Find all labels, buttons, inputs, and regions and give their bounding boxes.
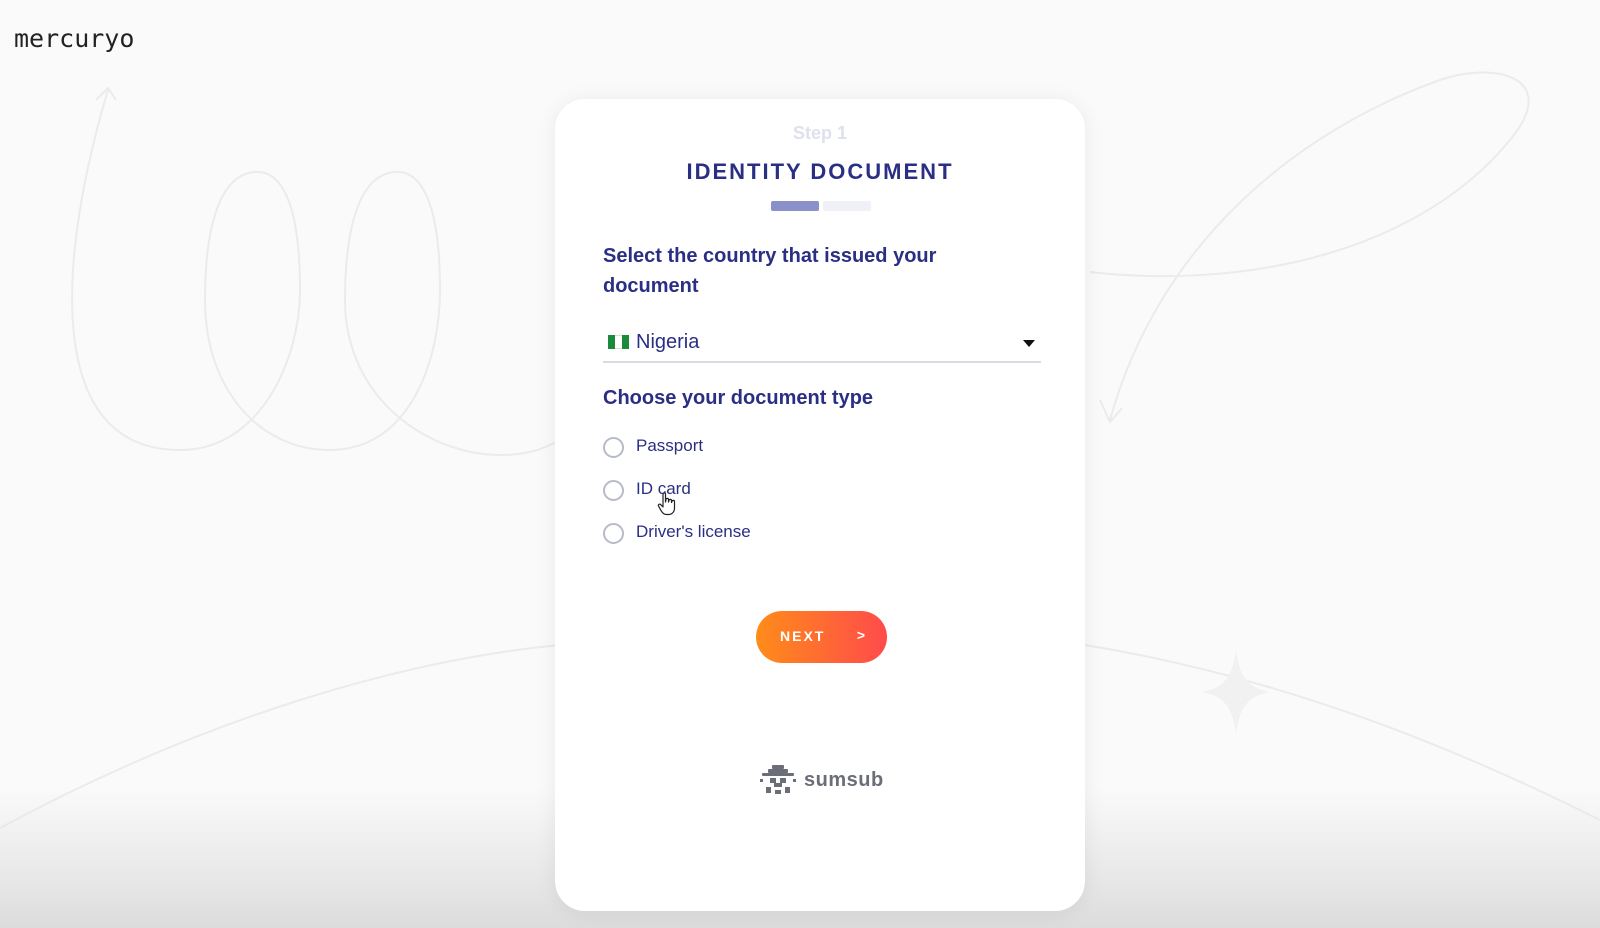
sumsub-branding: sumsub — [758, 763, 888, 797]
radio-button[interactable] — [603, 480, 624, 501]
country-select-value: Nigeria — [636, 331, 700, 353]
progress-segment-active — [771, 201, 819, 211]
nigeria-flag-icon — [608, 335, 629, 349]
progress-segment-inactive — [823, 201, 871, 211]
verification-card: Step 1 IDENTITY DOCUMENT Select the coun… — [555, 99, 1085, 911]
sumsub-logo-text: sumsub — [804, 769, 884, 791]
chevron-right-icon: > — [856, 627, 865, 643]
hand-cursor-icon — [657, 492, 676, 516]
country-select[interactable]: Nigeria — [603, 327, 1041, 363]
document-type-section-label: Choose your document type — [603, 387, 874, 409]
next-button[interactable]: NEXT > — [756, 611, 887, 663]
chevron-down-icon — [1023, 340, 1035, 347]
radio-button[interactable] — [603, 437, 624, 458]
document-option-passport[interactable]: Passport — [603, 436, 903, 460]
mercuryo-logo: mercuryo — [14, 24, 135, 53]
step-label: Step 1 — [792, 123, 848, 143]
radio-button[interactable] — [603, 523, 624, 544]
radio-label: Passport — [636, 436, 704, 455]
document-option-id-card[interactable]: ID card — [603, 479, 903, 503]
document-option-drivers-license[interactable]: Driver's license — [603, 522, 903, 546]
page-title: IDENTITY DOCUMENT — [686, 159, 954, 184]
step-progress-bar — [771, 201, 871, 211]
country-section-label: Select the country that issued your docu… — [603, 245, 937, 297]
radio-label: Driver's license — [636, 522, 751, 541]
sumsub-logo-icon — [760, 765, 796, 794]
next-button-label: NEXT — [780, 628, 826, 644]
